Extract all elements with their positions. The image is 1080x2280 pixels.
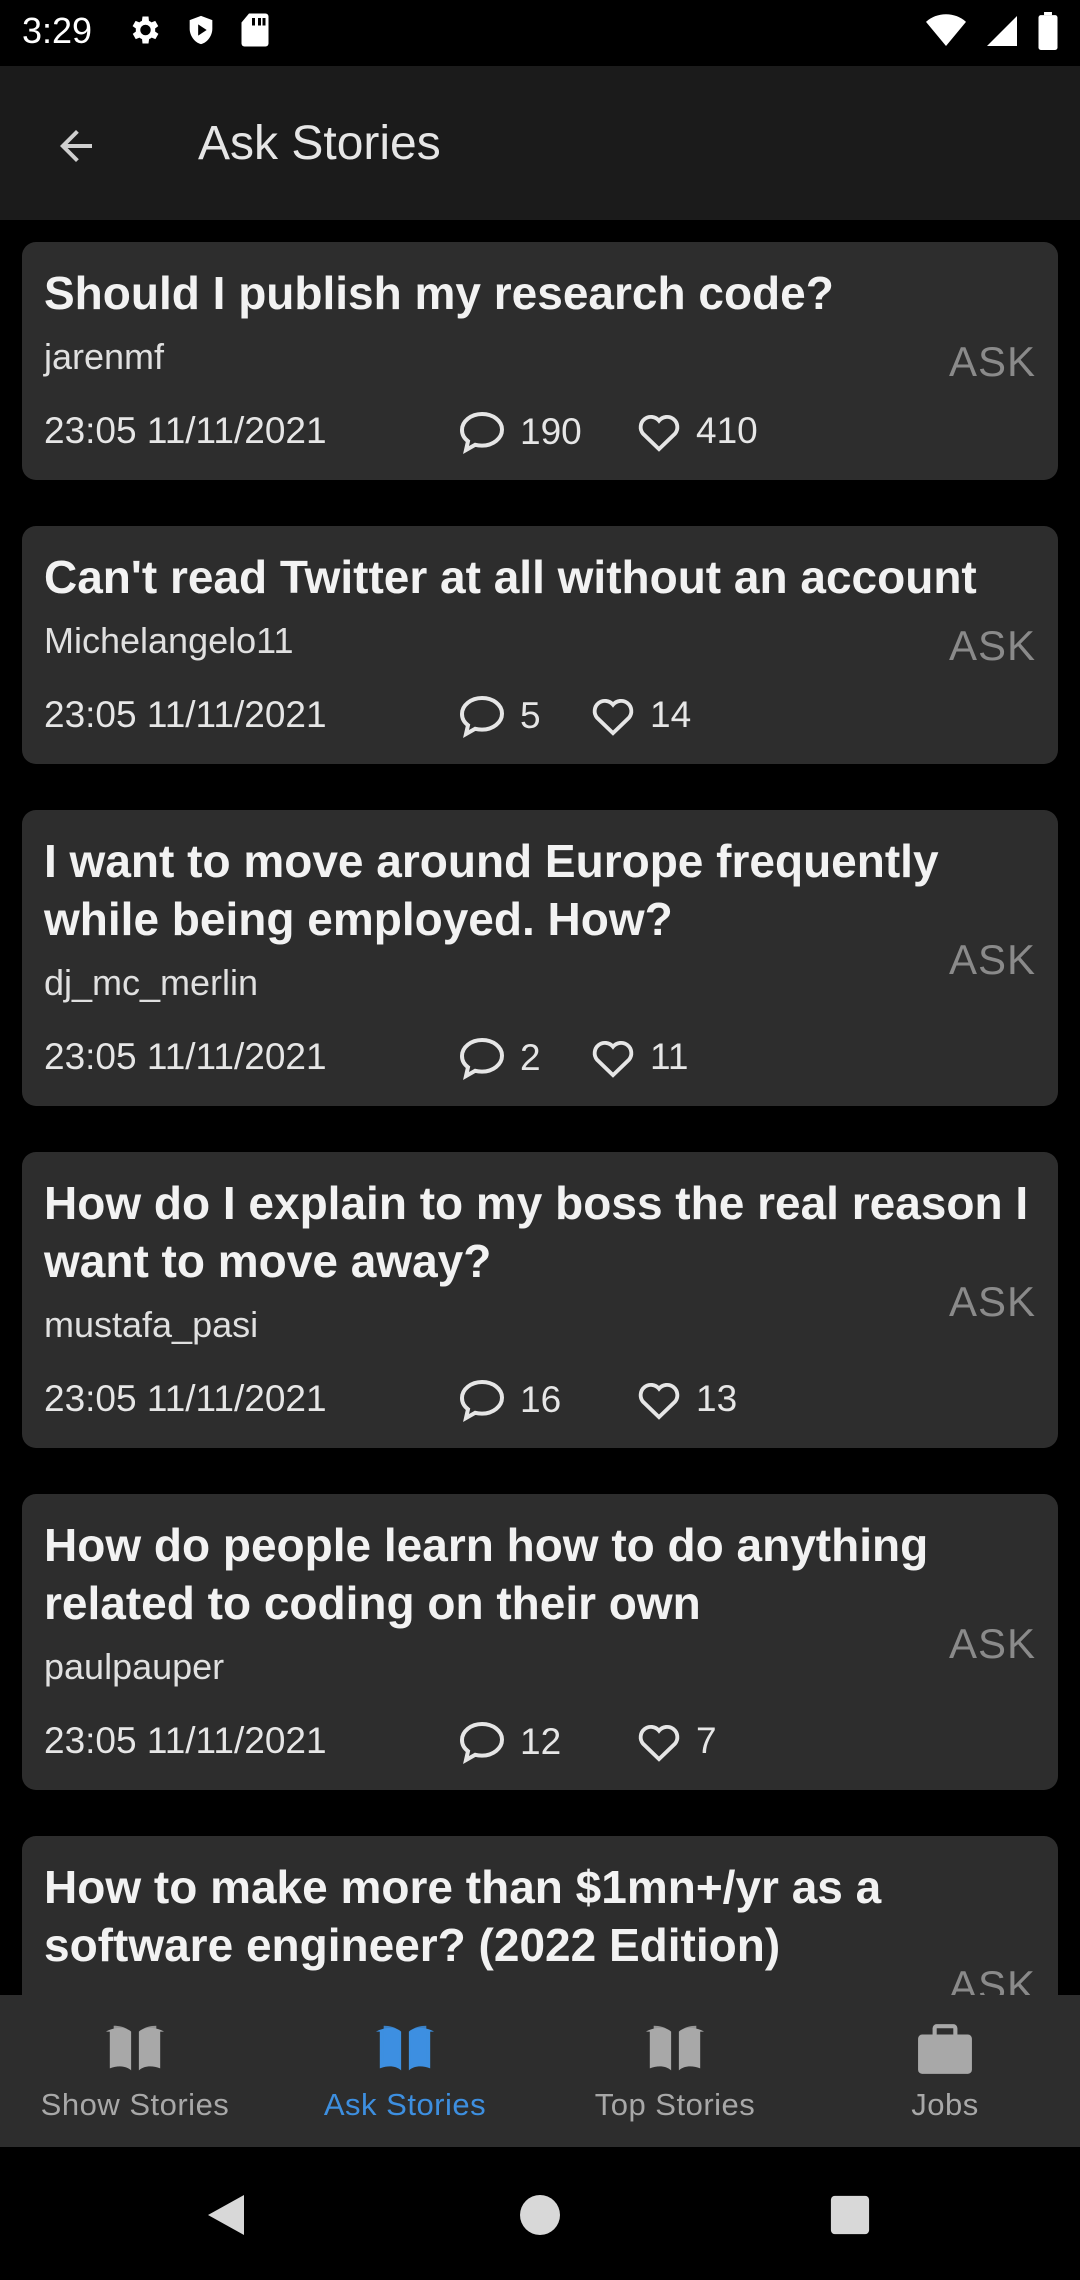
heart-icon (638, 414, 680, 452)
status-time: 3:29 (22, 10, 93, 51)
story-tag: ASK (948, 1962, 1036, 1995)
story-card[interactable]: Can't read Twitter at all without an acc… (22, 526, 1058, 764)
story-title: How do people learn how to do anything r… (44, 1519, 929, 1629)
story-date: 23:05 11/11/2021 (44, 1720, 327, 1761)
comment-count-value: 5 (520, 695, 541, 736)
nav-ask-stories[interactable]: Ask Stories (270, 1995, 540, 2147)
story-tag: ASK (948, 936, 1036, 983)
story-title: I want to move around Europe frequently … (44, 835, 939, 945)
nav-jobs[interactable]: Jobs (810, 1995, 1080, 2147)
comment-count-value: 190 (520, 411, 582, 452)
system-navigation-bar (0, 2147, 1080, 2280)
arrow-left-icon (60, 130, 92, 162)
comment-count: 2 (458, 1036, 541, 1080)
story-author: paulpauper (44, 1646, 225, 1687)
nav-label: Show Stories (40, 2087, 230, 2122)
comment-icon (459, 1379, 505, 1422)
story-card[interactable]: How to make more than $1mn+/yr as a soft… (22, 1836, 1058, 1995)
story-title: How to make more than $1mn+/yr as a soft… (44, 1861, 882, 1971)
comment-count: 16 (458, 1378, 561, 1422)
story-date: 23:05 11/11/2021 (44, 1378, 327, 1419)
system-back-button[interactable] (198, 2187, 254, 2243)
comment-count: 190 (458, 410, 582, 454)
nav-label: Ask Stories (323, 2087, 487, 2122)
story-title: Can't read Twitter at all without an acc… (44, 551, 977, 603)
briefcase-icon (918, 2024, 972, 2074)
heart-icon (638, 1724, 680, 1762)
story-date: 23:05 11/11/2021 (44, 410, 327, 451)
like-count-value: 13 (696, 1378, 738, 1419)
triangle-back-icon (208, 2195, 244, 2235)
book-icon (105, 2025, 165, 2071)
shield-play-icon (184, 12, 218, 53)
system-home-button[interactable] (512, 2187, 568, 2243)
comment-count-value: 12 (520, 1721, 562, 1762)
battery-icon (1038, 12, 1058, 55)
story-list[interactable]: Should I publish my research code? jaren… (0, 220, 1080, 1995)
like-count: 410 (636, 410, 758, 452)
story-author: dj_mc_merlin (44, 962, 259, 1003)
like-count-value: 7 (696, 1720, 717, 1761)
heart-icon (638, 1382, 680, 1420)
bottom-navigation: Show Stories Ask Stories Top Stories Job… (0, 1995, 1080, 2147)
status-bar: 3:29 (0, 0, 1080, 66)
story-tag: ASK (948, 1620, 1036, 1667)
story-author: mustafa_pasi (44, 1304, 259, 1345)
story-author: jarenmf (44, 336, 165, 377)
nav-show-stories[interactable]: Show Stories (0, 1995, 270, 2147)
nav-label: Top Stories (594, 2087, 756, 2122)
story-author: Michelangelo11 (44, 620, 294, 661)
nav-top-stories[interactable]: Top Stories (540, 1995, 810, 2147)
comment-icon (459, 411, 505, 454)
circle-home-icon (520, 2195, 560, 2235)
page-title: Ask Stories (198, 117, 441, 170)
app-bar: Ask Stories (0, 66, 1080, 220)
settings-gear-icon (126, 12, 162, 53)
story-card[interactable]: How do people learn how to do anything r… (22, 1494, 1058, 1790)
like-count-value: 11 (650, 1036, 689, 1077)
sd-card-icon (240, 12, 270, 53)
comment-count: 5 (458, 694, 541, 738)
back-button[interactable] (40, 110, 112, 182)
story-tag: ASK (948, 1278, 1036, 1325)
story-date: 23:05 11/11/2021 (44, 694, 327, 735)
like-count-value: 14 (650, 694, 692, 735)
story-tag: ASK (948, 338, 1036, 385)
book-icon (645, 2025, 705, 2071)
heart-icon (592, 1040, 634, 1078)
comment-count: 12 (458, 1720, 561, 1764)
story-card[interactable]: I want to move around Europe frequently … (22, 810, 1058, 1106)
nav-label: Jobs (911, 2087, 979, 2122)
like-count-value: 410 (696, 410, 758, 451)
wifi-icon (926, 14, 966, 53)
like-count: 7 (636, 1720, 717, 1762)
story-title: Should I publish my research code? (44, 267, 834, 319)
story-title: How do I explain to my boss the real rea… (44, 1177, 1029, 1287)
cell-signal-icon (984, 13, 1020, 54)
comment-count-value: 2 (520, 1037, 541, 1078)
story-card[interactable]: How do I explain to my boss the real rea… (22, 1152, 1058, 1448)
comment-icon (459, 695, 505, 738)
like-count: 13 (636, 1378, 737, 1420)
heart-icon (592, 698, 634, 736)
story-date: 23:05 11/11/2021 (44, 1036, 327, 1077)
like-count: 11 (590, 1036, 688, 1078)
story-card[interactable]: Should I publish my research code? jaren… (22, 242, 1058, 480)
comment-icon (459, 1721, 505, 1764)
square-recents-icon (830, 2195, 870, 2235)
like-count: 14 (590, 694, 691, 736)
comment-icon (459, 1037, 505, 1080)
story-tag: ASK (948, 622, 1036, 669)
book-icon (375, 2025, 435, 2071)
system-recents-button[interactable] (822, 2187, 878, 2243)
comment-count-value: 16 (520, 1379, 562, 1420)
